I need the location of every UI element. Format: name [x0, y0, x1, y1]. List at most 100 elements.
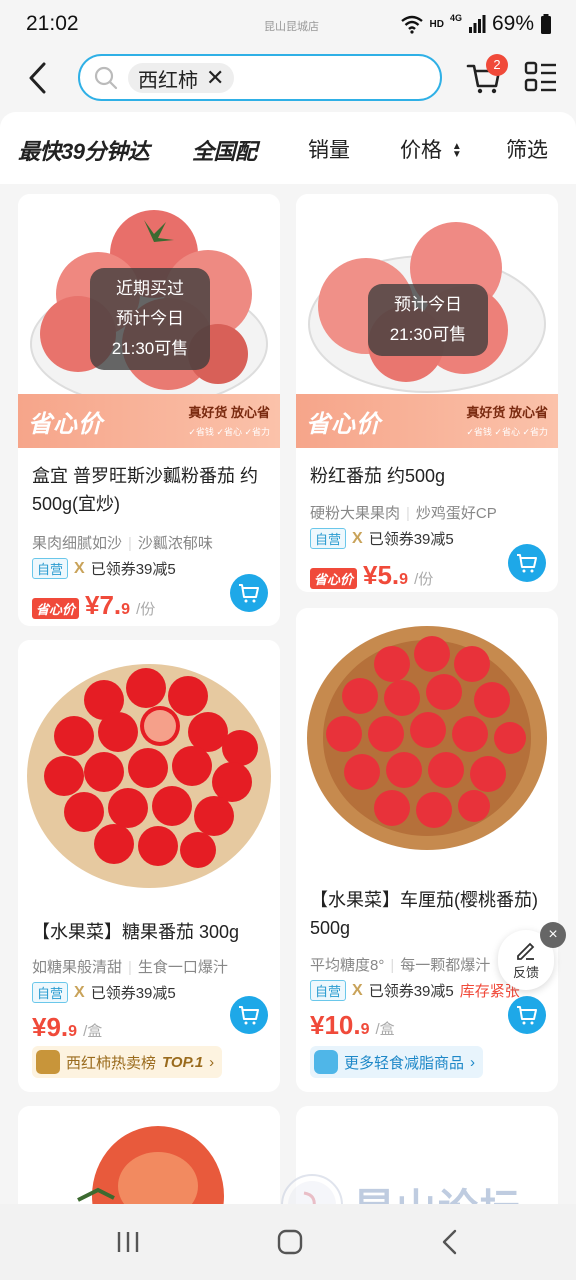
subtitle-part: 果肉细腻如沙: [32, 535, 123, 552]
recent-apps-icon[interactable]: [114, 1228, 142, 1256]
light-food-link[interactable]: 更多轻食减脂商品 ›: [310, 1046, 484, 1078]
battery-percent: 69%: [491, 12, 534, 35]
home-icon[interactable]: [276, 1228, 304, 1256]
promo-title: 省心价: [28, 411, 103, 438]
overlay-line-1: 预计今日: [394, 295, 462, 314]
close-feedback-icon[interactable]: ×: [540, 922, 566, 948]
product-subtitle: 平均糖度8° | 每一颗都爆汁: [310, 957, 491, 974]
cart-icon: [239, 584, 259, 603]
filter-price-label: 价格: [400, 139, 442, 162]
filter-sales[interactable]: 销量: [308, 134, 350, 164]
add-to-cart-button[interactable]: [508, 544, 546, 582]
promo-banner: 省心价 真好货 放心省 ✓省钱 ✓省心 ✓省力: [18, 394, 280, 448]
product-image: [296, 608, 558, 870]
trophy-icon: [36, 1050, 60, 1074]
promo-slogan: 真好货 放心省: [466, 405, 548, 420]
promo-sub: ✓省钱 ✓省心 ✓省力: [466, 427, 548, 437]
product-card[interactable]: [18, 1106, 280, 1204]
overlay-line-2: 21:30可售: [389, 325, 467, 344]
coupon-text: 已领券39减5: [368, 531, 454, 548]
hot-rank-link[interactable]: 西红柿热卖榜 TOP.1 ›: [32, 1046, 223, 1078]
search-header: 西红柿 ✕ 2: [0, 50, 576, 110]
price-unit: /盒: [83, 1023, 103, 1040]
product-card[interactable]: 【水果菜】糖果番茄 300g 如糖果般清甜 | 生食一口爆汁 自营 X 已领券39减…: [18, 640, 280, 1092]
feedback-label: 反馈: [512, 965, 539, 980]
sort-arrows-icon: ▲ ▼: [451, 141, 462, 161]
rank-text: 西红柿热卖榜: [66, 1054, 157, 1072]
availability-overlay: 预计今日 21:30可售: [368, 284, 488, 356]
add-to-cart-button[interactable]: [508, 996, 546, 1034]
product-tags: 自营 X 已领券39减5 库存紧张: [310, 980, 520, 1001]
status-bar: 21:02 昆山昆城店 HD 4G 69%: [0, 0, 576, 50]
product-card[interactable]: 近期买过 预计今日 21:30可售 省心价 真好货 放心省 ✓省钱 ✓省心 ✓省…: [18, 194, 280, 626]
product-tags: 自营 X 已领券39减5: [32, 558, 176, 579]
price: ¥5.9: [363, 560, 409, 590]
back-nav-icon[interactable]: [436, 1228, 464, 1256]
edit-icon: [517, 942, 535, 960]
product-tags: 自营 X 已领券39减5: [310, 528, 454, 549]
price-row: 省心价 ¥7.9 /份: [32, 590, 155, 621]
store-name: 昆山昆城店: [264, 21, 319, 33]
cart-icon: [239, 1006, 259, 1025]
subtitle-part: 沙瓤浓郁味: [137, 535, 213, 552]
subtitle-part: 平均糖度8°: [310, 957, 385, 974]
price-row: ¥9.9 /盒: [32, 1012, 102, 1043]
price-row: 省心价 ¥5.9 /份: [310, 560, 433, 591]
filter-screen[interactable]: 筛选: [506, 134, 548, 164]
filter-fastest[interactable]: 最快39分钟达: [18, 134, 149, 166]
cart-count-badge: 2: [486, 54, 508, 76]
product-card[interactable]: 【水果菜】车厘茄(樱桃番茄) 500g 平均糖度8° | 每一颗都爆汁 自营 X 已…: [296, 608, 558, 1092]
price-tag: 省心价: [32, 598, 80, 619]
list-menu-icon[interactable]: [524, 60, 558, 94]
search-input[interactable]: 西红柿 ✕: [78, 54, 442, 101]
product-card[interactable]: 预计今日 21:30可售 省心价 真好货 放心省 ✓省钱 ✓省心 ✓省力 粉红番…: [296, 194, 558, 592]
overlay-line-2: 预计今日: [116, 309, 184, 328]
back-button[interactable]: [20, 58, 56, 98]
filter-nationwide[interactable]: 全国配: [192, 134, 257, 166]
add-to-cart-button[interactable]: [230, 996, 268, 1034]
product-image: [18, 640, 280, 902]
promo-banner: 省心价 真好货 放心省 ✓省钱 ✓省心 ✓省力: [296, 394, 558, 448]
promo-slogan: 真好货 放心省: [188, 405, 270, 420]
filter-price[interactable]: 价格 ▲ ▼: [400, 134, 462, 164]
coupon-text: 已领券39减5: [90, 561, 176, 578]
coupon-icon: X: [352, 981, 363, 999]
product-title: 粉红番茄 约500g: [310, 466, 446, 486]
light-food-icon: [314, 1050, 338, 1074]
product-title: 【水果菜】糖果番茄 300g: [32, 922, 240, 942]
subtitle-part: 生食一口爆汁: [137, 959, 228, 976]
search-query-text: 西红柿: [138, 69, 198, 92]
price-unit: /份: [136, 601, 156, 618]
back-arrow-icon: [29, 62, 46, 94]
cart-icon: [517, 554, 537, 573]
status-icons: HD 4G 69%: [400, 12, 553, 36]
product-subtitle: 果肉细腻如沙 | 沙瓤浓郁味: [32, 535, 213, 552]
status-time: 21:02: [26, 12, 79, 35]
coupon-icon: X: [74, 559, 85, 577]
network-type: 4G: [449, 13, 462, 23]
clear-query-icon[interactable]: ✕: [206, 67, 224, 89]
hd-indicator: HD: [429, 18, 444, 30]
self-operated-tag: 自营: [32, 982, 69, 1003]
search-query-chip[interactable]: 西红柿 ✕: [128, 63, 235, 93]
promo-sub: ✓省钱 ✓省心 ✓省力: [188, 427, 270, 437]
product-tags: 自营 X 已领券39减5: [32, 982, 176, 1003]
rank-top: TOP.1: [162, 1053, 204, 1071]
chevron-right-icon: ›: [209, 1053, 215, 1071]
coupon-text: 已领券39减5: [90, 985, 176, 1002]
promo-title: 省心价: [306, 411, 381, 438]
product-grid: 近期买过 预计今日 21:30可售 省心价 真好货 放心省 ✓省钱 ✓省心 ✓省…: [0, 184, 576, 1204]
wifi-icon: [400, 15, 423, 34]
coupon-icon: X: [74, 983, 85, 1001]
self-operated-tag: 自营: [310, 980, 347, 1001]
price-unit: /盒: [375, 1021, 395, 1038]
price: ¥7.9: [85, 590, 131, 620]
add-to-cart-button[interactable]: [230, 574, 268, 612]
filter-bar: 最快39分钟达 全国配 销量 价格 ▲ ▼ 筛选: [0, 112, 576, 184]
subtitle-part: 硬粉大果果肉: [310, 505, 401, 522]
price-row: ¥10.9 /盒: [310, 1010, 395, 1041]
product-title: 盒宜 普罗旺斯沙瓤粉番茄 约500g(宜炒): [32, 466, 259, 514]
system-nav-bar: [0, 1204, 576, 1280]
availability-overlay: 近期买过 预计今日 21:30可售: [90, 268, 210, 370]
product-subtitle: 硬粉大果果肉 | 炒鸡蛋好CP: [310, 505, 497, 522]
